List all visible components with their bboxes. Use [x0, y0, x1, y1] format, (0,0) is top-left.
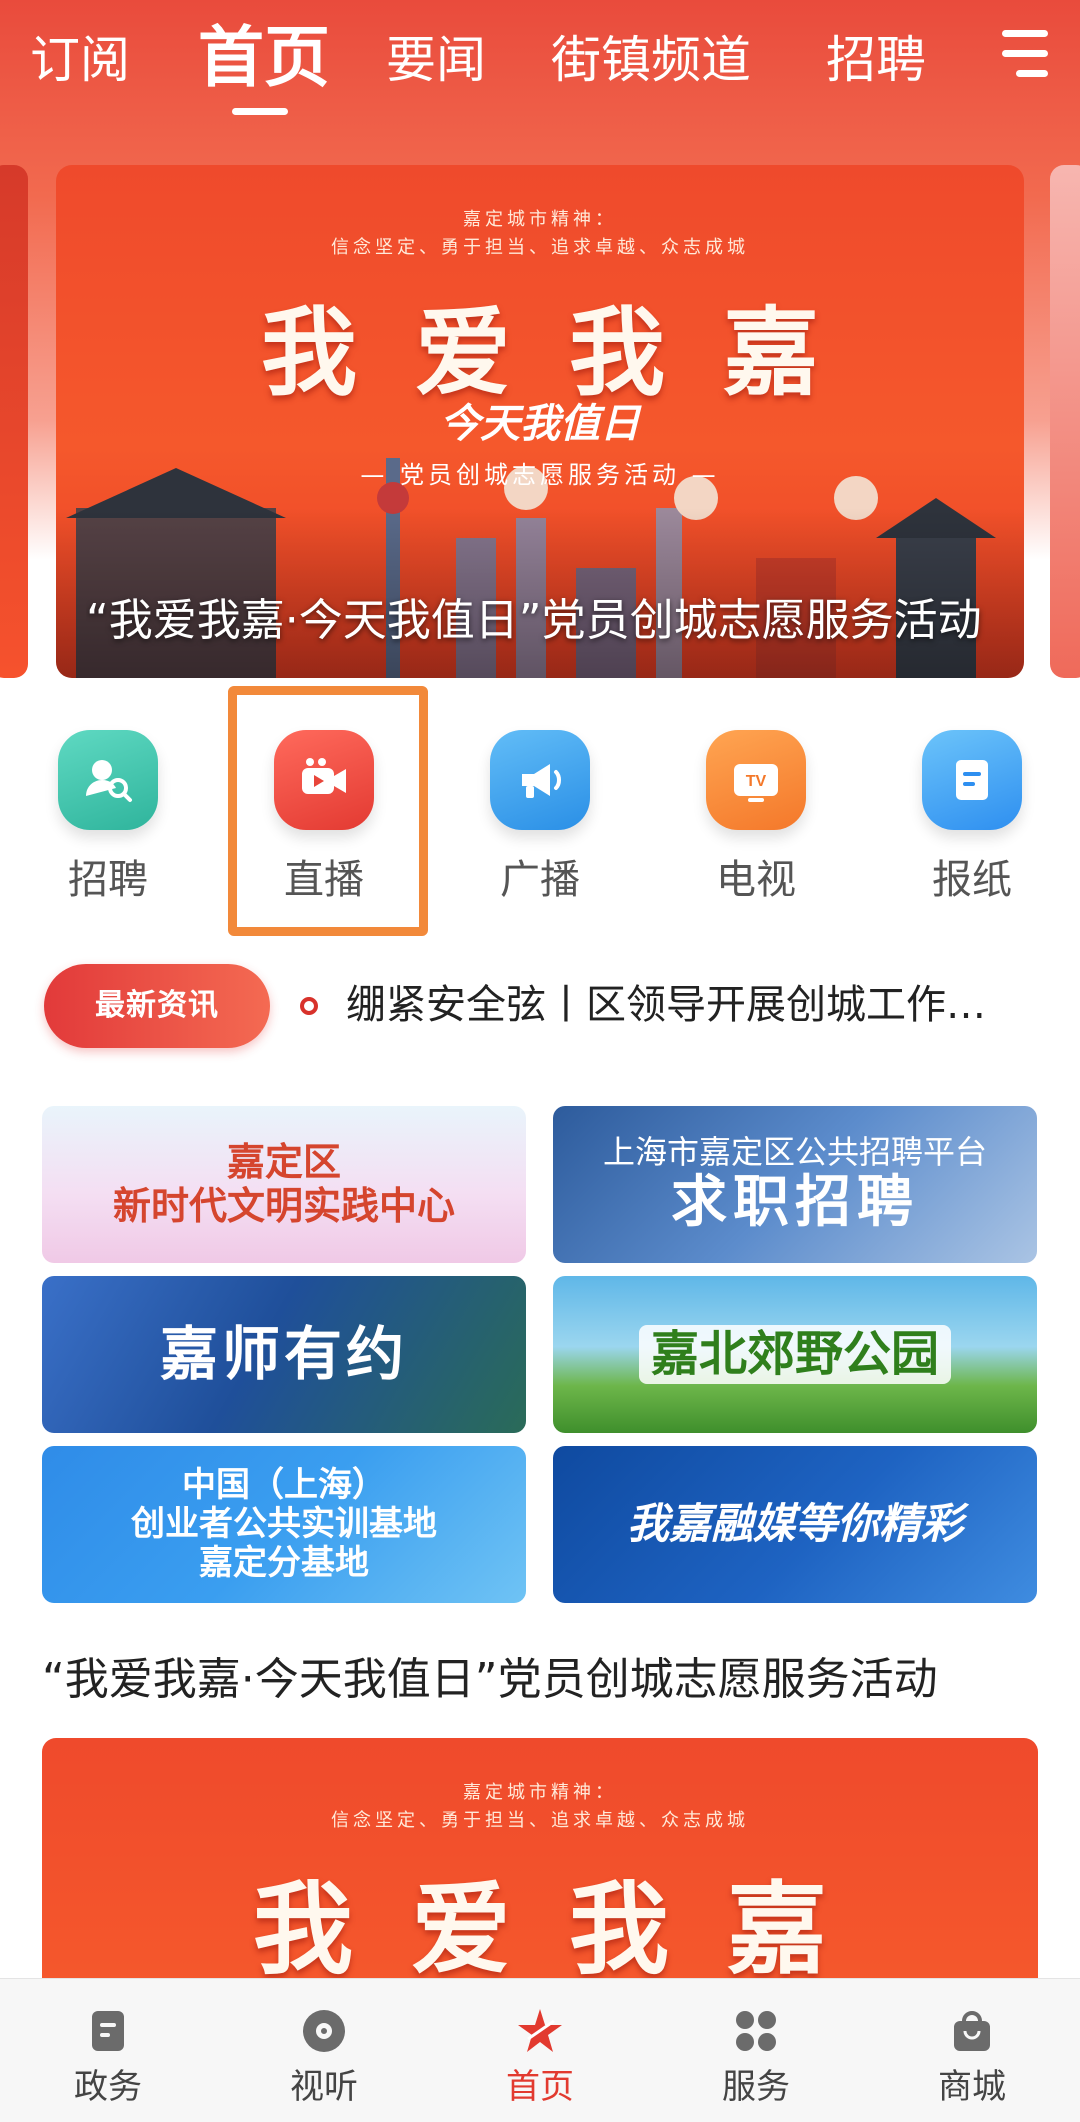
promo-civilization-center[interactable]: 嘉定区 新时代文明实践中心	[42, 1106, 526, 1263]
quick-entry-label: 广播	[500, 857, 580, 903]
nav-label: 商城	[938, 2067, 1006, 2107]
carousel-next-peek[interactable]	[1050, 165, 1080, 678]
news-ticker: 最新资讯 绷紧安全弦丨区领导开展创城工作检查	[0, 960, 1080, 1050]
promo-title-line1: 中国（上海）	[182, 1464, 386, 1505]
top-tab-bar: 订阅 首页 要闻 街镇频道 招聘	[0, 0, 1080, 130]
bullet-dot-icon	[300, 997, 318, 1015]
highlight-annotation-box	[228, 686, 428, 936]
tab-home[interactable]: 首页	[198, 20, 330, 96]
services-grid-icon	[736, 2011, 776, 2051]
quick-entry-tv[interactable]: TV 电视	[656, 730, 856, 930]
promo-title-line1: 上海市嘉定区公共招聘平台	[602, 1132, 987, 1171]
recruit-icon	[58, 730, 158, 830]
banner-spirit-text: 信念坚定、勇于担当、追求卓越、众志成城	[331, 237, 749, 258]
home-logo-icon	[518, 2009, 562, 2052]
newspaper-icon	[922, 730, 1022, 830]
nav-label: 服务	[722, 2067, 790, 2107]
broadcast-icon	[490, 730, 590, 830]
quick-entry-label: 电视	[716, 857, 796, 903]
latest-news-badge: 最新资讯	[44, 964, 270, 1048]
promo-title-line2: 新时代文明实践中心	[112, 1183, 455, 1228]
tab-recruitment[interactable]: 招聘	[826, 28, 926, 92]
audio-video-icon	[303, 2010, 345, 2052]
nav-services[interactable]: 服务	[648, 1979, 864, 2122]
quick-entry-recruit[interactable]: 招聘	[8, 730, 208, 930]
quick-entry-label: 报纸	[932, 857, 1012, 903]
promo-entrepreneur-training-base[interactable]: 中国（上海） 创业者公共实训基地 嘉定分基地	[42, 1446, 526, 1603]
banner-carousel-slide[interactable]: 嘉定城市精神： 信念坚定、勇于担当、追求卓越、众志成城 我爱我嘉 今天我值日 —…	[56, 165, 1024, 678]
promo-country-park[interactable]: 嘉北郊野公园	[553, 1276, 1037, 1433]
promo-title-line3: 嘉定分基地	[199, 1543, 369, 1584]
banner-activity: — 党员创城志愿服务活动 —	[360, 461, 720, 489]
promo-title: 嘉北郊野公园	[638, 1324, 951, 1385]
nav-government[interactable]: 政务	[0, 1979, 216, 2122]
promo-media-invitation[interactable]: 我嘉融媒等你精彩	[553, 1446, 1037, 1603]
article-image-spirit-label: 嘉定城市精神：	[463, 1782, 617, 1803]
nav-home[interactable]: 首页	[432, 1979, 648, 2122]
tab-town-channels[interactable]: 街镇频道	[551, 28, 751, 92]
promo-title-line2: 求职招聘	[671, 1169, 919, 1235]
quick-entry-broadcast[interactable]: 广播	[440, 730, 640, 930]
nav-label: 视听	[290, 2067, 358, 2107]
promo-title: 嘉师有约	[159, 1320, 408, 1389]
quick-entry-newspaper[interactable]: 报纸	[872, 730, 1072, 930]
nav-label: 政务	[74, 2067, 142, 2107]
banner-slogan: 今天我值日	[440, 401, 640, 447]
article-image-headline: 我爱我嘉	[253, 1870, 885, 1988]
promo-title-line1: 嘉定区	[226, 1139, 341, 1184]
quick-entry-label: 招聘	[68, 857, 148, 903]
shopping-bag-icon	[954, 2011, 990, 2051]
carousel-prev-peek[interactable]	[0, 165, 28, 678]
nav-mall[interactable]: 商城	[864, 1979, 1080, 2122]
active-tab-indicator	[232, 108, 288, 115]
promo-title-line2: 创业者公共实训基地	[131, 1503, 437, 1544]
banner-caption: “我爱我嘉·今天我值日”党员创城志愿服务活动	[86, 595, 982, 646]
tab-headlines[interactable]: 要闻	[386, 28, 486, 92]
promo-teacher-appointment[interactable]: 嘉师有约	[42, 1276, 526, 1433]
nav-audio-video[interactable]: 视听	[216, 1979, 432, 2122]
banner-spirit-label: 嘉定城市精神：	[463, 209, 617, 230]
government-icon	[92, 2011, 124, 2051]
promo-title: 我嘉融媒等你精彩	[626, 1499, 963, 1549]
bottom-navigation: 政务 视听 首页 服务 商城	[0, 1978, 1080, 2122]
svg-text:TV: TV	[746, 773, 767, 790]
menu-icon[interactable]	[992, 28, 1048, 84]
promo-job-platform[interactable]: 上海市嘉定区公共招聘平台 求职招聘	[553, 1106, 1037, 1263]
article-title[interactable]: “我爱我嘉·今天我值日”党员创城志愿服务活动	[42, 1650, 1042, 1710]
nav-label: 首页	[506, 2067, 574, 2107]
tv-icon: TV	[706, 730, 806, 830]
tab-subscribe[interactable]: 订阅	[30, 28, 130, 92]
ticker-headline[interactable]: 绷紧安全弦丨区领导开展创城工作检查	[346, 970, 1022, 1040]
article-cover-image[interactable]: 嘉定城市精神： 信念坚定、勇于担当、追求卓越、众志成城 我爱我嘉	[42, 1738, 1038, 1988]
article-image-spirit-text: 信念坚定、勇于担当、追求卓越、众志成城	[331, 1810, 749, 1831]
quick-entry-row: 招聘 直播 广播 TV 电视 报纸	[0, 700, 1080, 940]
